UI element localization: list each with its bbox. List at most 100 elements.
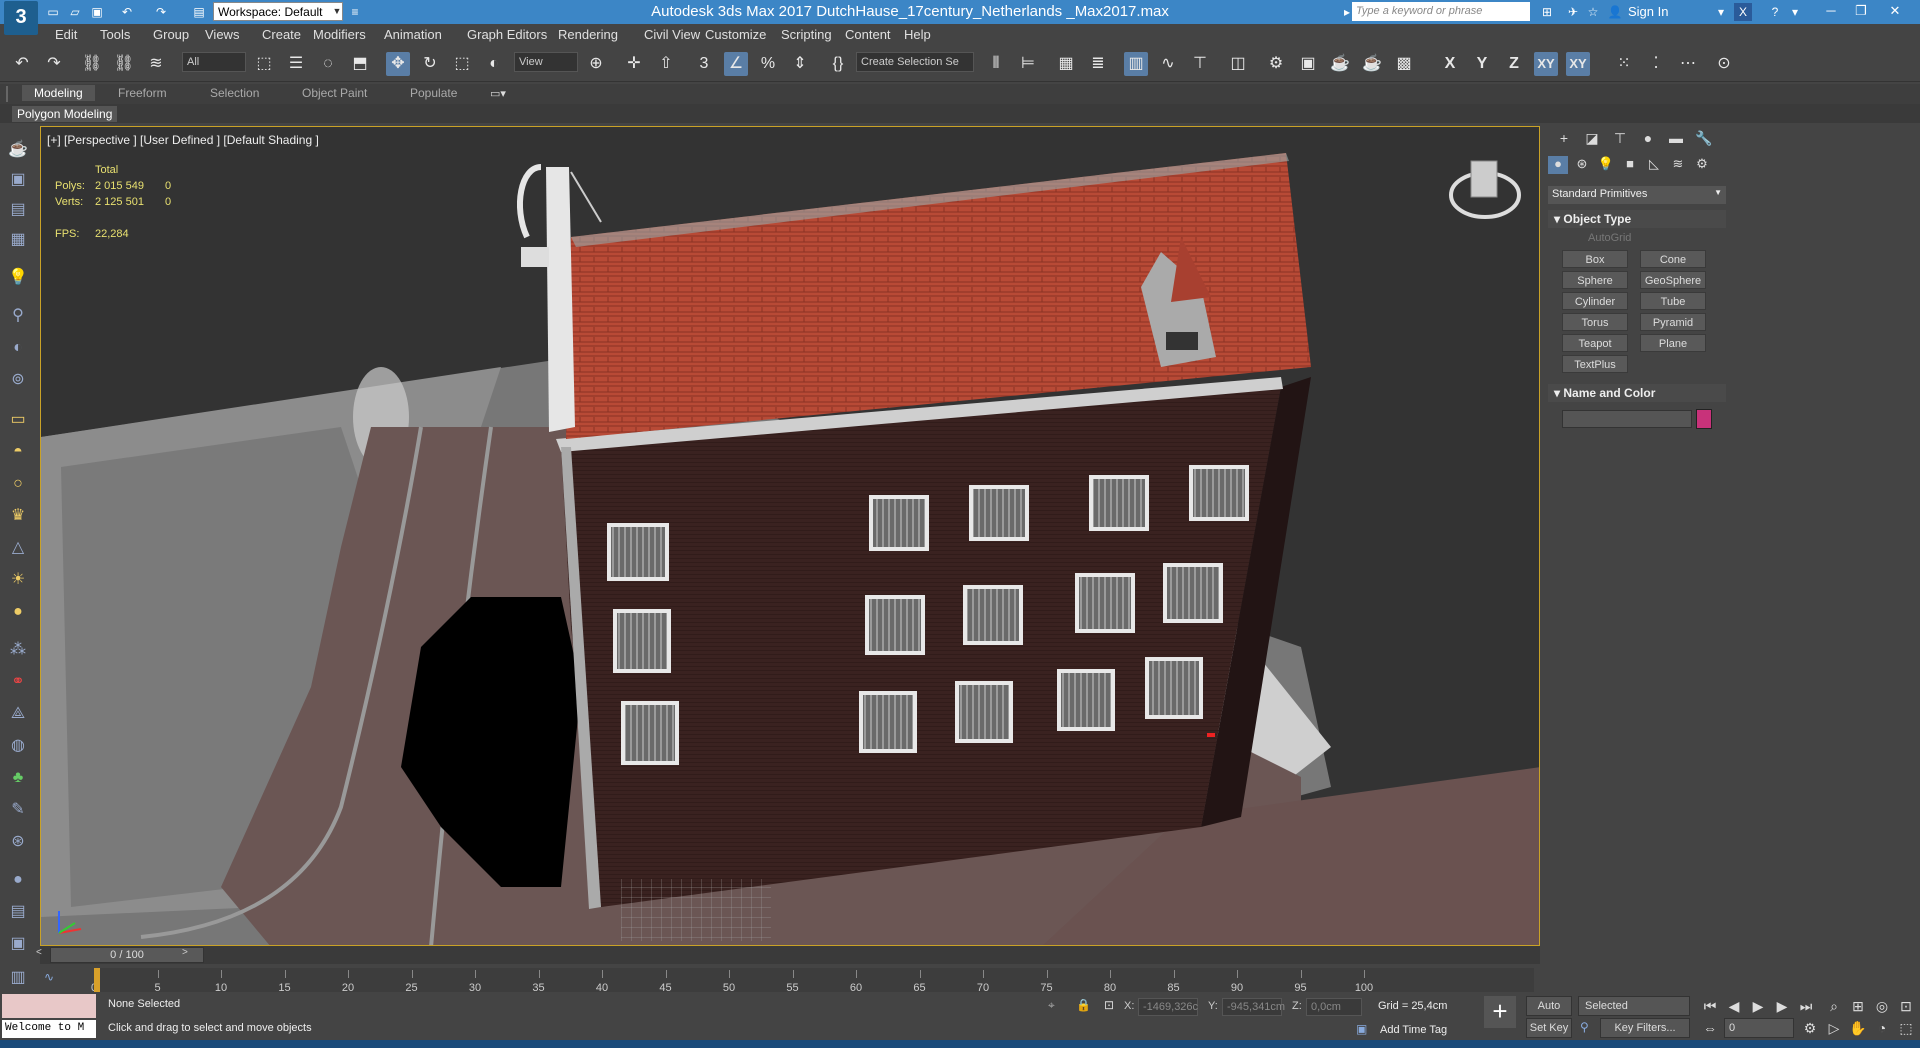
image-icon[interactable]: ▣ bbox=[6, 168, 30, 192]
autogrid-checkbox[interactable]: AutoGrid bbox=[1588, 232, 1631, 244]
tab-populate[interactable]: Populate bbox=[410, 86, 457, 100]
chevron-down-icon[interactable]: ▾ bbox=[1786, 3, 1804, 21]
bind-to-space-warp-icon[interactable]: ≋ bbox=[144, 52, 168, 76]
save-icon[interactable]: ▣ bbox=[88, 3, 106, 21]
cylinder-button[interactable]: Cylinder bbox=[1562, 292, 1628, 310]
select-manipulate-icon[interactable]: ✛ bbox=[622, 52, 646, 76]
sign-in-link[interactable]: Sign In bbox=[1628, 4, 1668, 19]
pyramid-button[interactable]: Pyramid bbox=[1640, 313, 1706, 331]
binoculars-icon[interactable]: ⊞ bbox=[1538, 3, 1556, 21]
selection-filter-dropdown[interactable]: All bbox=[182, 52, 246, 72]
open-file-icon[interactable]: ▱ bbox=[66, 3, 84, 21]
tab-selection[interactable]: Selection bbox=[210, 86, 259, 100]
spinner-snap-icon[interactable]: ⇕ bbox=[788, 52, 812, 76]
camera-icon[interactable]: ⊚ bbox=[6, 368, 30, 392]
document-icon[interactable]: ▤ bbox=[6, 198, 30, 222]
hair-icon[interactable]: ✎ bbox=[6, 798, 30, 822]
menu-group[interactable]: Group bbox=[153, 27, 189, 42]
unlink-icon[interactable]: ⛓ bbox=[112, 52, 136, 76]
light-bulb-icon[interactable]: 💡 bbox=[6, 266, 30, 290]
timeline-current-frame-marker[interactable] bbox=[94, 968, 100, 992]
particles-icon[interactable]: ⁂ bbox=[6, 638, 30, 662]
sun-icon[interactable]: ☀ bbox=[6, 568, 30, 592]
viewport-label-menu[interactable]: [+] [Perspective ] [User Defined ] [Defa… bbox=[47, 133, 319, 147]
script-icon[interactable]: ▤ bbox=[6, 900, 30, 924]
render-in-cloud-icon[interactable]: ▩ bbox=[1392, 52, 1416, 76]
sphere-lit-icon[interactable]: ● bbox=[6, 600, 30, 624]
select-and-scale-icon[interactable]: ⬚ bbox=[450, 52, 474, 76]
create-tab-icon[interactable]: + bbox=[1552, 130, 1576, 150]
percent-snap-icon[interactable]: % bbox=[756, 52, 780, 76]
select-and-rotate-icon[interactable]: ↻ bbox=[418, 52, 442, 76]
menu-civil-view[interactable]: Civil View bbox=[644, 27, 700, 42]
display-icon[interactable]: ▣ bbox=[6, 932, 30, 956]
set-key-button[interactable]: Set Key bbox=[1526, 1018, 1572, 1038]
select-and-move-icon[interactable]: ✥ bbox=[386, 52, 410, 76]
axis-y-button[interactable]: Y bbox=[1470, 52, 1494, 76]
crown-icon[interactable]: ♛ bbox=[6, 504, 30, 528]
window-crossing-icon[interactable]: ⬒ bbox=[348, 52, 372, 76]
plant-icon[interactable]: ♣ bbox=[6, 766, 30, 790]
current-frame-field[interactable]: 0 bbox=[1724, 1018, 1794, 1038]
category-dropdown[interactable]: Standard Primitives ▼ bbox=[1548, 186, 1726, 204]
box-button[interactable]: Box bbox=[1562, 250, 1628, 268]
angle-snap-icon[interactable]: ∠ bbox=[724, 52, 748, 76]
time-slider-track[interactable]: < 0 / 100 > bbox=[36, 946, 1540, 964]
plane-button[interactable]: Plane bbox=[1640, 334, 1706, 352]
select-object-icon[interactable]: ⬚ bbox=[252, 52, 276, 76]
key-mode-toggle-icon[interactable]: ⚲ bbox=[1580, 1020, 1589, 1034]
cameras-icon[interactable]: ■ bbox=[1620, 156, 1640, 174]
geometry-icon[interactable]: ● bbox=[1548, 156, 1568, 174]
material-editor-icon[interactable]: ◫ bbox=[1226, 52, 1250, 76]
zoom-all-icon[interactable]: ⊞ bbox=[1848, 996, 1868, 1016]
project-folder-icon[interactable]: ▤ bbox=[190, 3, 208, 21]
tab-object-paint[interactable]: Object Paint bbox=[302, 86, 367, 100]
object-color-swatch[interactable] bbox=[1696, 409, 1712, 429]
time-tag-icon[interactable]: ▣ bbox=[1356, 1022, 1367, 1036]
axis-x-button[interactable]: X bbox=[1438, 52, 1462, 76]
molecule-icon[interactable]: ⚭ bbox=[6, 670, 30, 694]
maximize-viewport-icon[interactable]: ⬚ bbox=[1896, 1018, 1916, 1038]
customize-quick-access-icon[interactable]: ≡ bbox=[346, 3, 364, 21]
z-coordinate-field[interactable]: 0,0cm bbox=[1306, 998, 1362, 1016]
menu-graph-editors[interactable]: Graph Editors bbox=[467, 27, 547, 42]
dome-icon[interactable]: ◓ bbox=[6, 440, 30, 464]
sphere-button[interactable]: Sphere bbox=[1562, 271, 1628, 289]
new-file-icon[interactable]: ▭ bbox=[44, 3, 62, 21]
display-tab-icon[interactable]: ▬ bbox=[1664, 130, 1688, 150]
menu-create[interactable]: Create bbox=[262, 27, 301, 42]
grid-icon[interactable]: ▦ bbox=[6, 228, 30, 252]
box-icon[interactable]: ▭ bbox=[6, 408, 30, 432]
menu-content[interactable]: Content bbox=[845, 27, 891, 42]
edit-named-selection-icon[interactable]: {} bbox=[826, 52, 850, 76]
axis-xy-cycle-button[interactable]: XY bbox=[1566, 52, 1590, 76]
align-icon[interactable]: ⊨ bbox=[1016, 52, 1040, 76]
sphere-blue-icon[interactable]: ● bbox=[6, 868, 30, 892]
layer-explorer-icon[interactable]: ≣ bbox=[1086, 52, 1110, 76]
user-icon[interactable]: 👤 bbox=[1606, 3, 1624, 21]
maxscript-listener-mini[interactable] bbox=[2, 994, 96, 1018]
render-iterative-icon[interactable]: ☕ bbox=[1360, 52, 1384, 76]
menu-modifiers[interactable]: Modifiers bbox=[313, 27, 366, 42]
select-and-link-icon[interactable]: ⛓ bbox=[80, 52, 104, 76]
maxscript-input[interactable]: Welcome to M bbox=[2, 1020, 96, 1038]
key-filters-button[interactable]: Key Filters... bbox=[1600, 1018, 1690, 1038]
set-key-big-icon[interactable]: + bbox=[1484, 996, 1516, 1028]
snapshot-icon[interactable]: ⁚ bbox=[1644, 52, 1668, 76]
absolute-mode-icon[interactable]: ⊡ bbox=[1104, 998, 1114, 1012]
keyboard-shortcut-override-icon[interactable]: ⇧ bbox=[654, 52, 678, 76]
auto-key-button[interactable]: Auto Key bbox=[1526, 996, 1572, 1030]
geosphere-button[interactable]: GeoSphere bbox=[1640, 271, 1706, 289]
menu-views[interactable]: Views bbox=[205, 27, 239, 42]
menu-animation[interactable]: Animation bbox=[384, 27, 442, 42]
orbit-icon[interactable]: ◐ bbox=[6, 336, 30, 360]
clone-and-align-icon[interactable]: ⊙ bbox=[1712, 52, 1736, 76]
previous-frame-icon[interactable]: ◀ bbox=[1724, 996, 1744, 1016]
cone-button[interactable]: Cone bbox=[1640, 250, 1706, 268]
select-by-name-icon[interactable]: ☰ bbox=[284, 52, 308, 76]
isolate-selection-icon[interactable]: ⌖ bbox=[1048, 998, 1055, 1013]
clipboard-icon[interactable]: ▥ bbox=[6, 966, 30, 990]
menu-scripting[interactable]: Scripting bbox=[781, 27, 832, 42]
helpers-icon[interactable]: ◺ bbox=[1644, 156, 1664, 174]
selection-lock-icon[interactable]: 🔒 bbox=[1076, 998, 1091, 1012]
